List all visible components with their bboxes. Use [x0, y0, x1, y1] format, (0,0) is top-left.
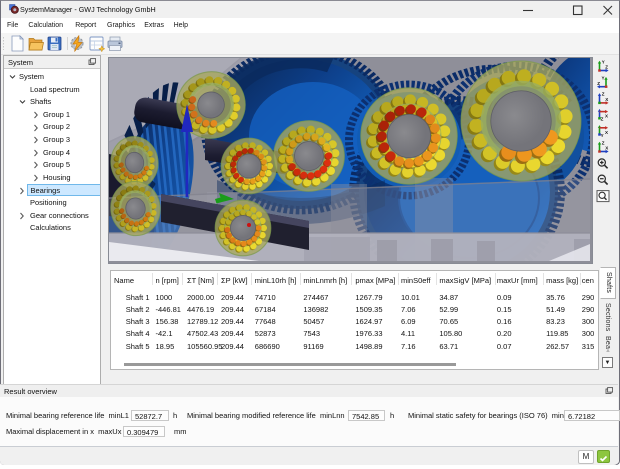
svg-text:Z: Z [601, 117, 604, 122]
svg-text:X: X [605, 114, 608, 119]
svg-text:X: X [605, 97, 608, 102]
svg-text:X: X [605, 130, 608, 135]
svg-text:Z: Z [605, 65, 608, 70]
svg-text:Y: Y [601, 133, 604, 138]
svg-text:Y: Y [602, 59, 605, 64]
svg-text:X: X [605, 146, 608, 151]
svg-text:Y: Y [602, 76, 605, 81]
svg-text:Z: Z [602, 140, 605, 145]
svg-text:Z: Z [602, 92, 605, 97]
svg-text:Z: Z [597, 81, 600, 86]
